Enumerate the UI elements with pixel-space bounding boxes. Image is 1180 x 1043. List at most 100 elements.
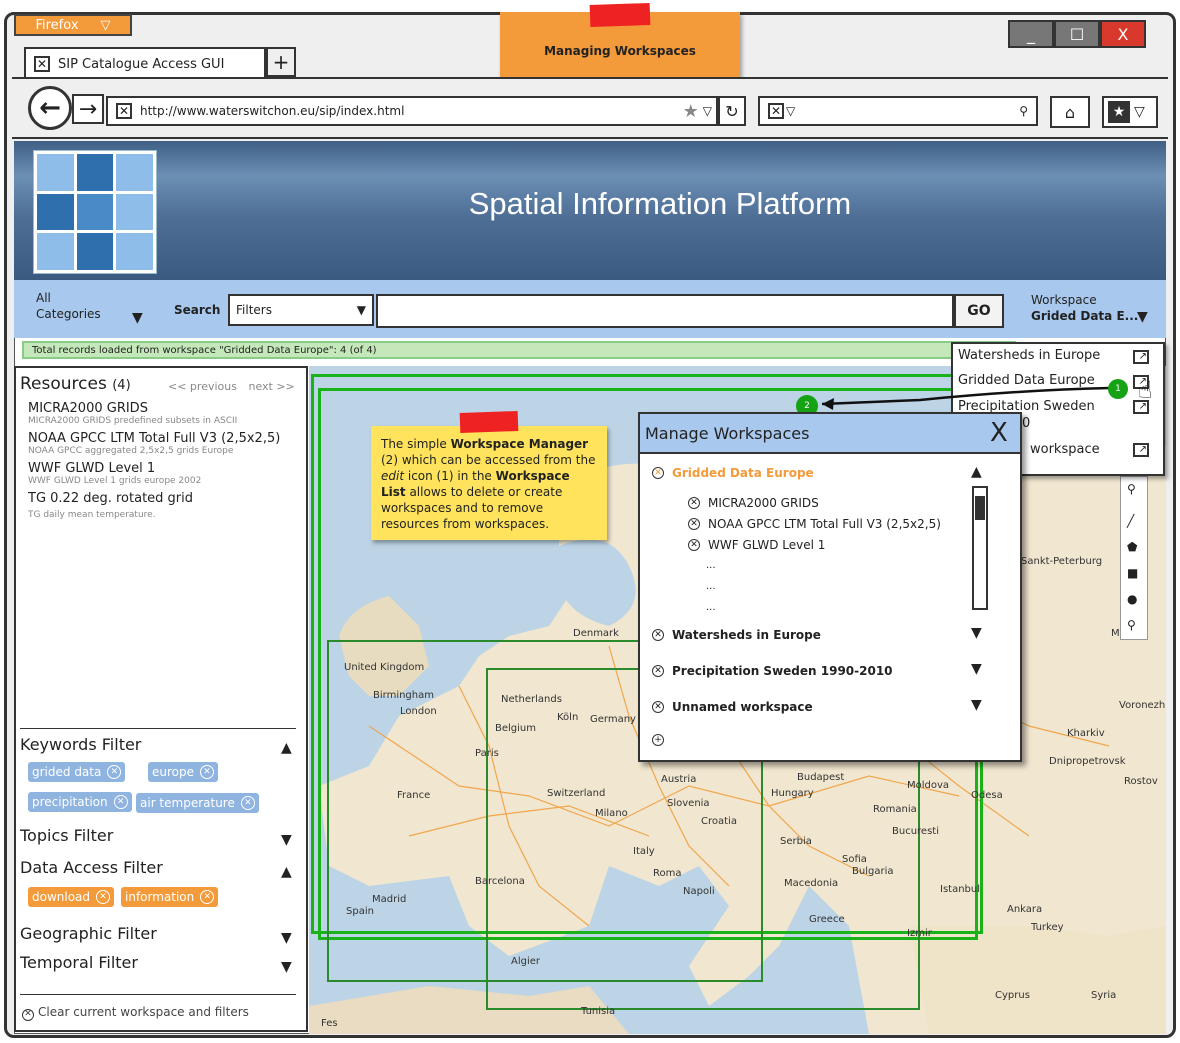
map-label: Croatia — [701, 816, 737, 827]
new-tab-button[interactable]: + — [266, 47, 296, 77]
workspace-row-active[interactable]: ✕ Gridded Data Europe — [652, 466, 814, 480]
bookmarks-button[interactable]: ★ ▽ — [1102, 96, 1158, 128]
keyword-tag[interactable]: precipitation ✕ — [28, 792, 132, 812]
home-button[interactable]: ⌂ — [1050, 96, 1090, 128]
remove-resource-icon[interactable]: ✕ — [688, 518, 700, 530]
keyword-tag[interactable]: grided data ✕ — [28, 762, 126, 782]
remove-tag-icon[interactable]: ✕ — [200, 765, 214, 779]
add-workspace-button[interactable]: + — [652, 734, 672, 746]
workspace-row[interactable]: ✕ Precipitation Sweden 1990-2010 — [652, 664, 893, 678]
chevron-down-icon: ▽ — [100, 17, 111, 33]
resource-title[interactable]: WWF GLWD Level 1 — [28, 461, 155, 476]
map-marker-icon[interactable]: ⚲ — [1127, 618, 1136, 632]
browser-search-box[interactable]: ✕ ▽ ⚲ — [758, 96, 1038, 126]
categories-dropdown[interactable]: All Categories — [36, 290, 101, 322]
resource-title[interactable]: TG 0.22 deg. rotated grid — [28, 491, 193, 506]
chevron-down-icon[interactable]: ▼ — [971, 697, 982, 713]
delete-workspace-icon[interactable]: ✕ — [652, 467, 664, 479]
workspace-selector[interactable]: Workspace Grided Data E... — [1031, 292, 1138, 324]
chevron-down-icon[interactable]: ▼ — [281, 959, 292, 975]
chevron-down-icon[interactable]: ▼ — [1137, 309, 1148, 325]
zoom-search-icon[interactable]: ⚲ — [1127, 482, 1136, 496]
temporal-filter-title[interactable]: Temporal Filter — [20, 953, 138, 972]
delete-workspace-icon[interactable]: ✕ — [652, 629, 664, 641]
delete-workspace-icon[interactable]: ✕ — [652, 701, 664, 713]
close-window-button[interactable]: X — [1100, 20, 1146, 48]
chevron-down-icon: ▽ — [1134, 104, 1145, 120]
chevron-up-icon[interactable]: ▲ — [281, 740, 292, 756]
draw-circle-icon[interactable]: ● — [1127, 592, 1137, 606]
remove-tag-icon[interactable]: ✕ — [200, 890, 215, 904]
map-label: Birmingham — [373, 690, 434, 701]
chevron-up-icon[interactable]: ▲ — [281, 864, 292, 880]
back-button[interactable]: ← — [28, 86, 72, 130]
ellipsis: ... — [706, 602, 716, 613]
workspace-resource[interactable]: ✕ NOAA GPCC LTM Total Full V3 (2,5x2,5) — [688, 517, 941, 531]
delete-workspace-icon[interactable]: ✕ — [652, 665, 664, 677]
edit-icon[interactable]: ↗ — [1133, 350, 1149, 364]
access-tag[interactable]: information ✕ — [121, 887, 219, 907]
chevron-down-icon[interactable]: ▽ — [786, 104, 795, 118]
map-label: Napoli — [683, 886, 715, 897]
workspace-list-item[interactable]: Watersheds in Europe — [958, 348, 1100, 363]
geographic-filter-title[interactable]: Geographic Filter — [20, 924, 157, 943]
search-input[interactable] — [376, 294, 954, 328]
scrollbar-thumb[interactable] — [975, 496, 985, 520]
resource-title[interactable]: NOAA GPCC LTM Total Full V3 (2,5x2,5) — [28, 431, 280, 446]
chevron-down-icon[interactable]: ▼ — [971, 625, 982, 641]
keywords-filter-title[interactable]: Keywords Filter — [20, 735, 141, 754]
reload-button[interactable]: ↻ — [718, 96, 746, 126]
browser-tab[interactable]: ✕ SIP Catalogue Access GUI — [24, 47, 266, 79]
clear-icon: ✕ — [22, 1008, 34, 1021]
firefox-menu-button[interactable]: Firefox ▽ — [14, 14, 132, 36]
reload-icon: ↻ — [725, 101, 739, 121]
go-button[interactable]: GO — [954, 294, 1004, 328]
resource-name: WWF GLWD Level 1 — [708, 538, 826, 552]
chevron-down-icon[interactable]: ▼ — [281, 832, 292, 848]
resource-description: MICRA2000 GRIDS predefined subsets in AS… — [28, 416, 238, 426]
previous-link[interactable]: << previous — [168, 380, 237, 393]
chevron-down-icon[interactable]: ▼ — [281, 930, 292, 946]
chevron-down-icon[interactable]: ▽ — [703, 104, 712, 118]
close-dialog-button[interactable]: X — [990, 418, 1008, 448]
map-label: Roma — [653, 868, 682, 879]
remove-tag-icon[interactable]: ✕ — [107, 765, 122, 779]
keyword-tag[interactable]: air temperature ✕ — [136, 793, 259, 813]
workspace-resource[interactable]: ✕ WWF GLWD Level 1 — [688, 538, 825, 552]
access-tag[interactable]: download ✕ — [28, 887, 115, 907]
draw-rectangle-icon[interactable]: ■ — [1127, 566, 1138, 580]
workspace-name: Watersheds in Europe — [672, 628, 821, 642]
chevron-down-icon[interactable]: ▼ — [132, 310, 143, 326]
workspace-resource[interactable]: ✕ MICRA2000 GRIDS — [688, 496, 819, 510]
clear-filters-button[interactable]: ✕ Clear current workspace and filters — [22, 1005, 249, 1021]
remove-tag-icon[interactable]: ✕ — [96, 890, 111, 904]
remove-tag-icon[interactable]: ✕ — [113, 795, 128, 809]
search-icon[interactable]: ⚲ — [1019, 104, 1028, 118]
edit-icon[interactable]: ↗ — [1133, 443, 1149, 457]
sticky-title-text: Managing Workspaces — [544, 44, 696, 58]
chevron-up-icon[interactable]: ▲ — [971, 464, 982, 480]
keyword-tag-label: europe — [152, 765, 194, 779]
workspace-row[interactable]: ✕ Unnamed workspace — [652, 700, 813, 714]
map-label: Tunisia — [581, 1006, 616, 1017]
star-icon[interactable]: ★ — [683, 101, 699, 122]
filters-select[interactable]: Filters ▼ — [228, 294, 374, 326]
data-access-filter-title[interactable]: Data Access Filter — [20, 858, 163, 877]
remove-resource-icon[interactable]: ✕ — [688, 539, 700, 551]
workspace-list-item[interactable]: workspace — [1030, 442, 1100, 457]
forward-button[interactable]: → — [72, 94, 104, 124]
maximize-button[interactable]: ☐ — [1054, 20, 1100, 48]
workspace-row[interactable]: ✕ Watersheds in Europe — [652, 628, 821, 642]
draw-polygon-icon[interactable]: ⬟ — [1127, 540, 1137, 554]
draw-line-icon[interactable]: ╱ — [1127, 514, 1134, 528]
next-link[interactable]: next >> — [248, 380, 294, 393]
resource-title[interactable]: MICRA2000 GRIDS — [28, 401, 148, 416]
remove-tag-icon[interactable]: ✕ — [240, 796, 255, 810]
topics-filter-title[interactable]: Topics Filter — [20, 826, 113, 845]
remove-resource-icon[interactable]: ✕ — [688, 497, 700, 509]
keyword-tag[interactable]: europe ✕ — [148, 762, 218, 782]
arrow-left-icon: ← — [39, 93, 61, 123]
chevron-down-icon[interactable]: ▼ — [971, 661, 982, 677]
minimize-button[interactable]: _ — [1008, 20, 1054, 48]
url-bar[interactable]: ✕ http://www.waterswitchon.eu/sip/index.… — [106, 96, 718, 126]
